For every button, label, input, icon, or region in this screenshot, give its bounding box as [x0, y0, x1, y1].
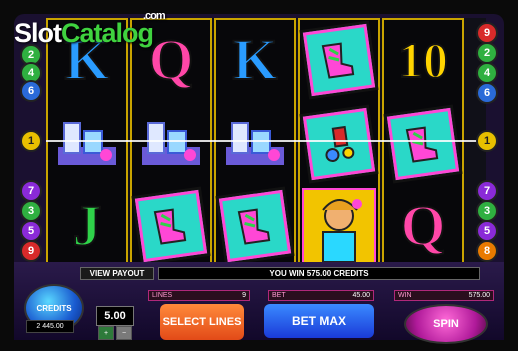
active-payline — [46, 140, 486, 142]
reel-5: 10 Q — [382, 18, 464, 270]
line-marker-left[interactable]: 7 — [20, 180, 42, 202]
lines-field: LINES 9 — [148, 290, 250, 301]
boots-card-icon — [134, 189, 208, 263]
line-marker-right[interactable]: 1 — [476, 130, 498, 152]
perfume-symbol — [134, 106, 208, 182]
line-marker-right[interactable]: 8 — [476, 240, 498, 262]
card-symbol — [218, 188, 292, 264]
reels-area: K J Q K 10 Q — [46, 18, 486, 270]
lady-symbol — [302, 188, 376, 264]
line-marker-right[interactable]: 3 — [476, 200, 498, 222]
watermark-brand-a: Slot — [14, 18, 62, 48]
coin-value-display: 5.00 — [96, 306, 134, 326]
spin-button[interactable]: SPIN — [404, 304, 488, 344]
bet-field: BET 45.00 — [268, 290, 374, 301]
reel-symbol-10: 10 — [397, 32, 449, 88]
perfume-icon — [220, 116, 290, 172]
line-marker-left[interactable]: 9 — [20, 240, 42, 262]
lines-label: LINES — [152, 292, 173, 299]
lady-icon — [302, 188, 376, 264]
reel-symbol-Q: Q — [399, 193, 446, 258]
reel-symbol-J: J — [72, 193, 103, 258]
credits-value: 2 445.00 — [26, 320, 74, 333]
win-field: WIN 575.00 — [394, 290, 494, 301]
perfume-symbol — [218, 106, 292, 182]
line-marker-right[interactable]: 4 — [476, 62, 498, 84]
line-marker-right[interactable]: 5 — [476, 220, 498, 242]
boots-card-icon — [302, 23, 376, 97]
minus-icon: − — [121, 329, 127, 337]
bet-max-button[interactable]: BET MAX — [264, 304, 374, 338]
boots-card-icon — [386, 107, 460, 181]
win-message: YOU WIN 575.00 CREDITS — [158, 267, 480, 280]
plus-icon: + — [103, 329, 109, 337]
bet-label: BET — [272, 292, 286, 299]
reel-2: Q — [130, 18, 212, 270]
card-symbol — [302, 22, 376, 98]
win-value: 575.00 — [468, 292, 490, 299]
perfume-icon — [52, 116, 122, 172]
line-marker-right[interactable]: 9 — [476, 22, 498, 44]
reel-4 — [298, 18, 380, 270]
line-marker-left[interactable]: 5 — [20, 220, 42, 242]
perfume-icon — [136, 116, 206, 172]
reel-1: K J — [46, 18, 128, 270]
card-symbol — [302, 106, 376, 182]
line-marker-left[interactable]: 6 — [20, 80, 42, 102]
card-symbol — [386, 106, 460, 182]
phone-card-icon — [302, 107, 376, 181]
line-marker-right[interactable]: 6 — [476, 82, 498, 104]
card-symbol — [134, 188, 208, 264]
boots-card-icon — [218, 189, 292, 263]
bet-value: 45.00 — [352, 292, 370, 299]
line-marker-right[interactable]: 2 — [476, 42, 498, 64]
reel-3: K — [214, 18, 296, 270]
line-marker-right[interactable]: 7 — [476, 180, 498, 202]
coin-increase-button[interactable]: + — [98, 326, 114, 340]
slotcatalog-watermark: SlotCatalog .com — [14, 10, 166, 49]
credits-label: CREDITS — [36, 303, 72, 313]
line-marker-left[interactable]: 3 — [20, 200, 42, 222]
lines-value: 9 — [242, 292, 246, 299]
watermark-brand-b: Catalog — [61, 18, 154, 48]
win-label: WIN — [398, 292, 412, 299]
view-payout-button[interactable]: VIEW PAYOUT — [80, 267, 154, 280]
perfume-symbol — [50, 106, 124, 182]
reel-symbol-K: K — [231, 27, 278, 92]
coin-decrease-button[interactable]: − — [116, 326, 132, 340]
watermark-domain: .com — [143, 10, 166, 22]
select-lines-button[interactable]: SELECT LINES — [160, 304, 244, 340]
line-marker-left[interactable]: 1 — [20, 130, 42, 152]
